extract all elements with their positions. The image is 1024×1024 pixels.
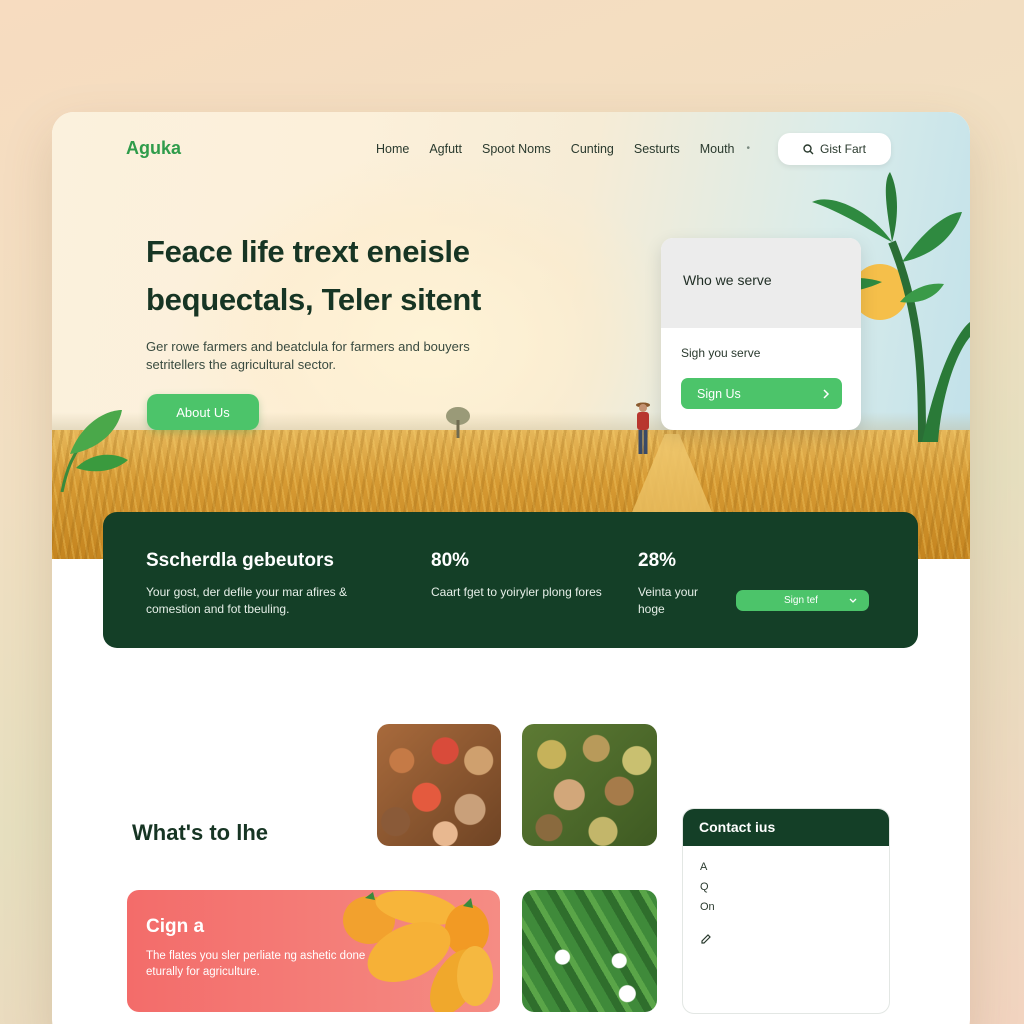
serve-card-subtitle: Sigh you serve [681, 346, 761, 360]
produce-image-fruits[interactable] [522, 724, 657, 846]
vegetables-illustration [343, 890, 493, 1012]
sign-us-button[interactable]: Sign Us [681, 378, 842, 409]
serve-card-title: Who we serve [661, 238, 861, 328]
promo-title: Cign a [146, 916, 205, 937]
chevron-down-icon [849, 598, 857, 603]
who-we-serve-card: Who we serve Sigh you serve Sign Us [661, 238, 861, 430]
nav-item-home[interactable]: Home [376, 142, 409, 156]
get-started-button[interactable]: Gist Fart [778, 133, 891, 165]
produce-image-plants[interactable] [522, 890, 657, 1012]
hero-headline-line1: Feace life trext eneisle [146, 234, 470, 269]
nav-item-agfutt[interactable]: Agfutt [429, 142, 462, 156]
farmer-figure [636, 402, 650, 454]
nav-item-mouth[interactable]: Mouth [700, 142, 735, 156]
nav-item-sesturts[interactable]: Sesturts [634, 142, 680, 156]
search-icon [803, 143, 814, 154]
sign-us-label: Sign Us [697, 386, 741, 401]
promo-card[interactable]: Cign a The flates you sler perliate ng a… [127, 890, 500, 1012]
contact-title: Contact ius [683, 809, 889, 846]
stat-value-1: 80% [431, 550, 470, 571]
pencil-icon[interactable] [700, 933, 712, 945]
hero-section: Aguka Home Agfutt Spoot Noms Cunting Ses… [52, 112, 970, 559]
about-us-button[interactable]: About Us [147, 394, 259, 430]
tree-icon [446, 407, 470, 438]
contact-card: Contact ius A Q On [682, 808, 890, 1014]
section-title: What's to lhe [132, 820, 269, 845]
stats-description: Your gost, der defile your mar afires & … [146, 585, 347, 616]
nav-item-cunting[interactable]: Cunting [571, 142, 614, 156]
hero-subtext-line2: setritellers the agricultural sector. [146, 357, 337, 372]
contact-row-search[interactable]: Q [700, 881, 709, 893]
sign-up-select-label: Sign tef [784, 595, 818, 606]
landing-page-card: Aguka Home Agfutt Spoot Noms Cunting Ses… [52, 112, 970, 1024]
stat-value-2: 28% [638, 550, 677, 571]
contact-row-on[interactable]: On [700, 901, 715, 913]
brand-logo[interactable]: Aguka [126, 138, 181, 159]
stats-title: Sscherdla gebeutors [146, 550, 334, 571]
get-started-label: Gist Fart [819, 142, 866, 156]
chevron-right-icon [823, 388, 830, 399]
produce-image-vegetables[interactable] [377, 724, 501, 846]
hero-subtext: Ger rowe farmers and beatclula for farme… [146, 338, 506, 374]
contact-row-address[interactable]: A [700, 861, 707, 873]
stat-description-2: Veinta your hoge [638, 585, 699, 616]
hero-headline: Feace life trext eneisle bequectals, Tel… [146, 228, 576, 324]
main-nav: Home Agfutt Spoot Noms Cunting Sesturts … [376, 142, 750, 156]
sign-up-select[interactable]: Sign tef [736, 590, 869, 611]
nav-item-spoot-noms[interactable]: Spoot Noms [482, 142, 551, 156]
nav-dot: • [746, 143, 751, 154]
hero-subtext-line1: Ger rowe farmers and beatclula for farme… [146, 339, 470, 354]
hero-headline-line2: bequectals, Teler sitent [146, 282, 482, 317]
stats-banner: Sscherdla gebeutors Your gost, der defil… [103, 512, 918, 648]
stat-description-1: Caart fget to yoiryler plong fores [431, 585, 602, 599]
leaf-illustration-left [60, 410, 128, 492]
